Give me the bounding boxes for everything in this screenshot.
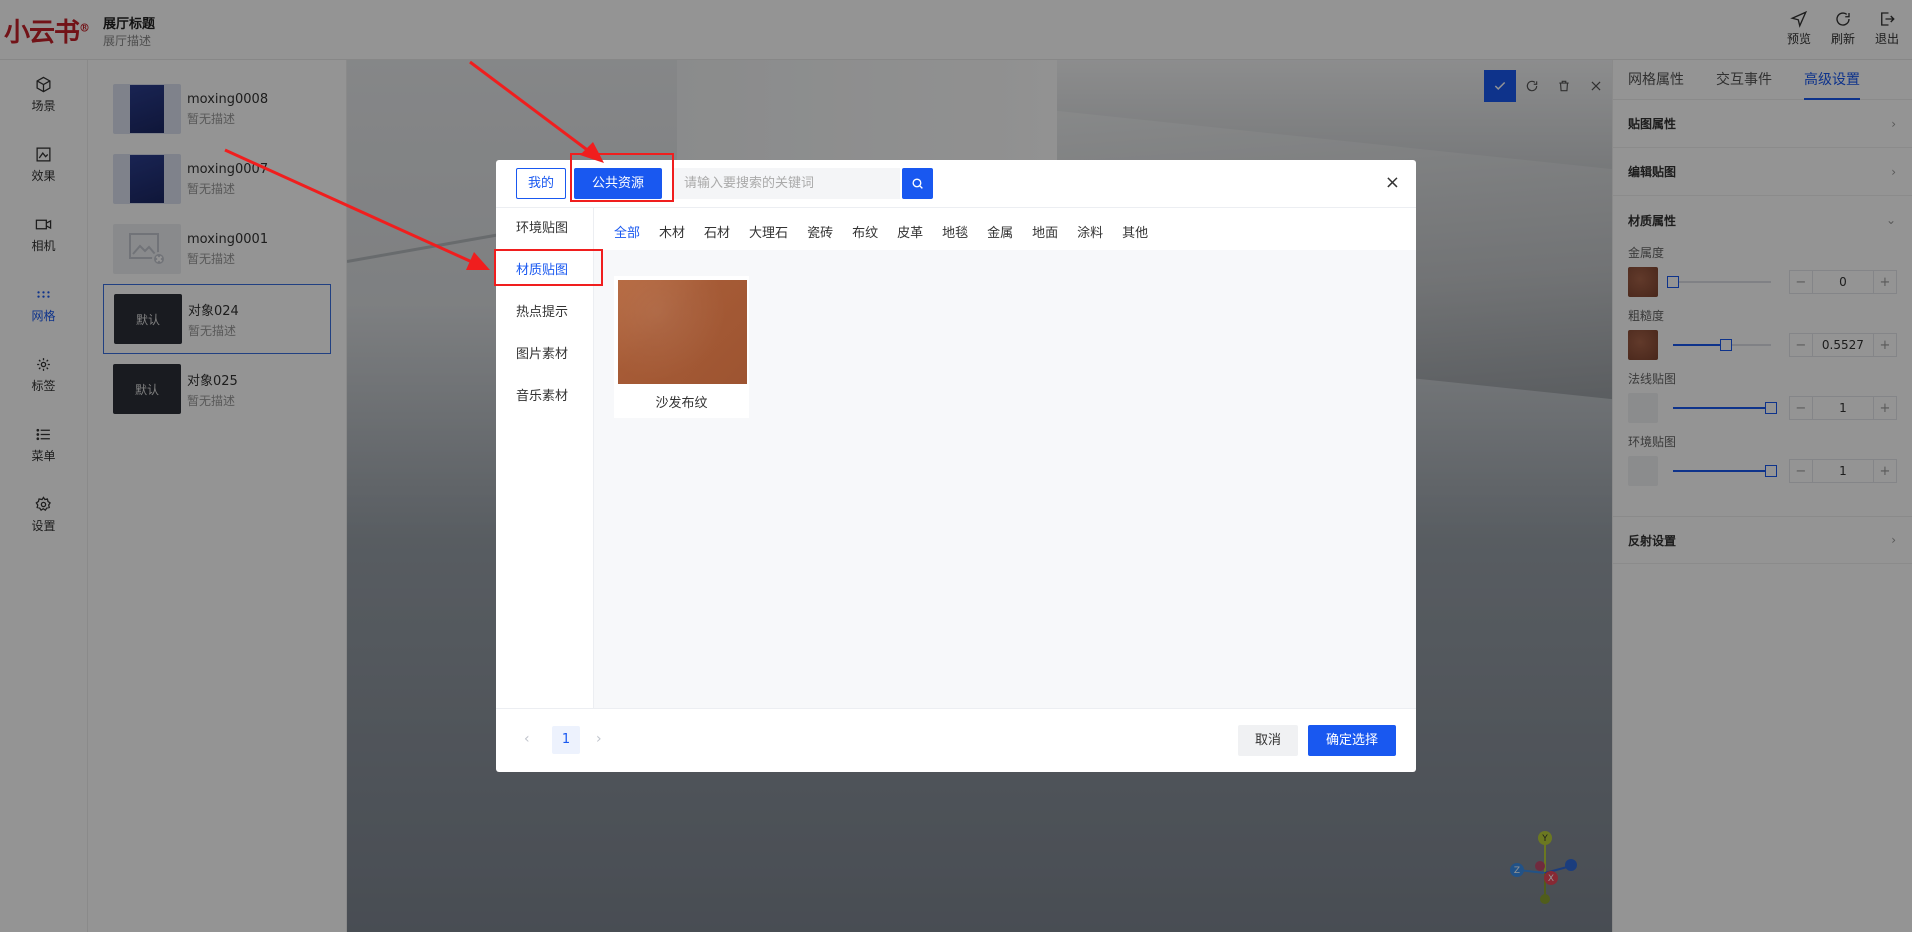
category-fabric[interactable]: 布纹 bbox=[852, 222, 878, 241]
resource-card-label: 沙发布纹 bbox=[655, 396, 708, 411]
sidebar-item-music-assets[interactable]: 音乐素材 bbox=[496, 376, 593, 418]
category-stone[interactable]: 石材 bbox=[704, 222, 730, 241]
category-carpet[interactable]: 地毯 bbox=[942, 222, 968, 241]
category-paint[interactable]: 涂料 bbox=[1077, 222, 1103, 241]
tab-my-resources[interactable]: 我的 bbox=[516, 168, 566, 199]
pagination-page[interactable]: 1 bbox=[552, 726, 580, 754]
category-all[interactable]: 全部 bbox=[614, 222, 640, 241]
confirm-select-button[interactable]: 确定选择 bbox=[1308, 725, 1396, 756]
category-metal[interactable]: 金属 bbox=[987, 222, 1013, 241]
category-other[interactable]: 其他 bbox=[1122, 222, 1148, 241]
resource-card[interactable]: 沙发布纹 bbox=[614, 276, 749, 418]
category-wood[interactable]: 木材 bbox=[659, 222, 685, 241]
search-button[interactable] bbox=[902, 168, 933, 199]
annotation-box-material bbox=[494, 249, 603, 286]
texture-preview bbox=[618, 280, 747, 384]
sidebar-item-image-assets[interactable]: 图片素材 bbox=[496, 334, 593, 376]
cancel-button[interactable]: 取消 bbox=[1238, 725, 1298, 756]
category-marble[interactable]: 大理石 bbox=[749, 222, 788, 241]
sidebar-item-environment-map[interactable]: 环境贴图 bbox=[496, 208, 593, 250]
category-floor[interactable]: 地面 bbox=[1032, 222, 1058, 241]
category-leather[interactable]: 皮革 bbox=[897, 222, 923, 241]
search-input[interactable] bbox=[672, 168, 900, 199]
close-icon[interactable]: × bbox=[1385, 174, 1400, 192]
pagination-next-icon[interactable]: › bbox=[596, 731, 602, 747]
sidebar-item-hotspot[interactable]: 热点提示 bbox=[496, 292, 593, 334]
search-icon bbox=[912, 178, 923, 189]
resource-grid: 沙发布纹 bbox=[594, 250, 1416, 708]
annotation-box-public bbox=[570, 153, 674, 202]
pagination-prev-icon[interactable]: ‹ bbox=[524, 731, 530, 747]
resource-picker-dialog: 我的 公共资源 × 环境贴图 材质贴图 热点提示 图片素材 音乐素材 全部 木材… bbox=[496, 160, 1416, 772]
category-filter: 全部 木材 石材 大理石 瓷砖 布纹 皮革 地毯 金属 地面 涂料 其他 bbox=[614, 222, 1167, 241]
category-tile[interactable]: 瓷砖 bbox=[807, 222, 833, 241]
dialog-footer: ‹ 1 › 取消 确定选择 bbox=[496, 708, 1416, 772]
